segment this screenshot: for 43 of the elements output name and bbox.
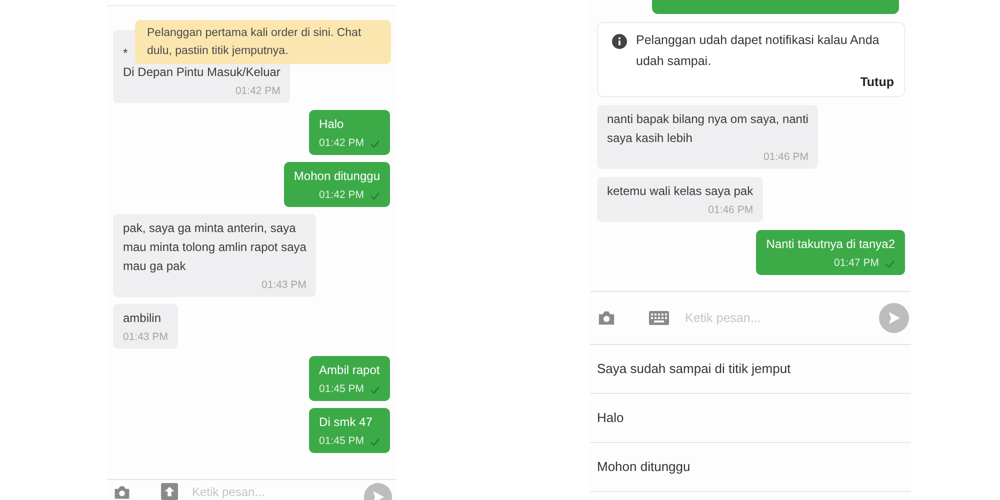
message-text: Nanti takutnya di tanya2: [766, 236, 895, 253]
message-time: 01:43 PM: [123, 330, 168, 345]
upload-icon[interactable]: [161, 483, 178, 500]
message-text: *: [123, 45, 128, 62]
message-text: Halo: [319, 116, 344, 133]
check-icon: [370, 438, 380, 446]
message-time: 01:43 PM: [261, 278, 306, 293]
message-text: Di smk 47: [319, 414, 372, 431]
message-text: mau ga pak: [123, 258, 186, 275]
message-text: nanti bapak bilang nya om saya, nanti: [607, 111, 808, 128]
message-text: ketemu wali kelas saya pak: [607, 183, 754, 200]
message-time: 01:42 PM: [319, 136, 364, 151]
close-button[interactable]: Tutup: [860, 75, 894, 89]
check-icon: [370, 140, 380, 148]
camera-icon[interactable]: [597, 310, 616, 326]
message-time: 01:42 PM: [319, 188, 364, 203]
quick-reply-item[interactable]: Halo: [590, 394, 911, 443]
message-text: Ambil rapot: [319, 362, 380, 379]
message-time: 01:42 PM: [235, 84, 280, 99]
message-time: 01:47 PM: [834, 256, 879, 271]
send-button[interactable]: [879, 303, 909, 333]
message-time: 01:46 PM: [764, 150, 808, 165]
tooltip: Pelanggan pertama kali order di sini. Chat dulu, pastiin titik jemputnya.: [135, 20, 391, 64]
info-icon: [612, 34, 627, 49]
message-time: 01:46 PM: [708, 203, 754, 218]
check-icon: [370, 386, 380, 394]
message-text: ambilin: [123, 310, 162, 327]
notification-text: Pelanggan udah dapet notifikasi kalau Anda udah sampai.: [636, 32, 880, 70]
keyboard-icon[interactable]: [649, 311, 669, 325]
message-text: mau minta tolong amlin rapot saya: [123, 239, 306, 256]
quick-reply-item[interactable]: Mohon ditunggu: [590, 443, 911, 492]
message-time: 01:45 PM: [319, 434, 364, 449]
message-text: saya kasih lebih: [607, 130, 692, 147]
camera-icon[interactable]: [113, 485, 131, 500]
message-text: Di Depan Pintu Masuk/Keluar: [123, 64, 280, 81]
quick-reply-item[interactable]: Saya sudah sampai di titik jemput: [590, 345, 911, 394]
check-icon: [885, 260, 895, 268]
message-text: Mohon ditunggu: [294, 168, 380, 185]
message-input[interactable]: Ketik pesan...: [685, 311, 879, 325]
message-text: pak, saya ga minta anterin, saya: [123, 220, 296, 237]
message-time: 01:45 PM: [319, 382, 364, 397]
message-input[interactable]: Ketik pesan...: [192, 483, 364, 500]
check-icon: [370, 192, 380, 200]
